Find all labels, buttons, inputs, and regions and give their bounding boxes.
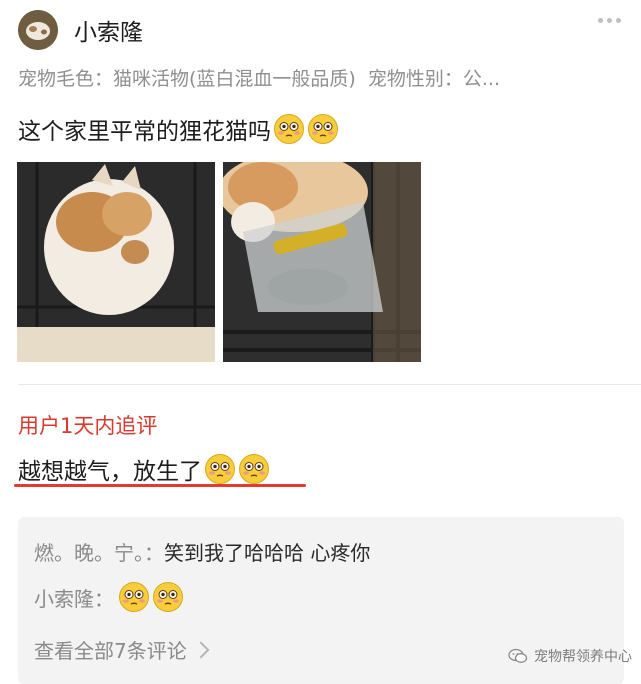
- comment-body: 笑到我了哈哈哈 心疼你: [164, 541, 371, 565]
- gender-value: 公...: [462, 68, 500, 90]
- comment-author[interactable]: 燃。晚。宁。：: [34, 537, 164, 566]
- post-text: 这个家里平常的狸花猫吗: [18, 112, 339, 146]
- watermark: 宠物帮领养中心: [508, 646, 632, 666]
- comment-item[interactable]: 燃。晚。宁。： 笑到我了哈哈哈 心疼你: [34, 537, 370, 566]
- flushed-face-emoji-icon: [308, 114, 338, 144]
- flushed-face-emoji-icon: [274, 114, 304, 144]
- wechat-icon: [508, 648, 528, 663]
- view-all-label[interactable]: 查看全部7条评论: [34, 635, 187, 664]
- pet-attributes: 宠物毛色：猫咪活物(蓝白混血一般品质) 宠物性别：公...: [18, 64, 608, 91]
- flushed-face-emoji-icon: [119, 582, 149, 612]
- section-divider: [18, 384, 641, 385]
- watermark-text: 宠物帮领养中心: [534, 649, 632, 665]
- comment-item[interactable]: 小索隆：: [34, 581, 184, 613]
- post-photo-1[interactable]: [17, 162, 215, 362]
- followup-text: 越想越气，放生了: [18, 452, 270, 486]
- view-all-comments-link[interactable]: 查看全部7条评论: [34, 635, 210, 664]
- highlight-underline: [14, 484, 306, 487]
- more-options-icon[interactable]: [598, 18, 621, 23]
- chevron-right-icon: [192, 641, 210, 658]
- coat-value: 猫咪活物(蓝白混血一般品质): [113, 68, 356, 90]
- avatar[interactable]: [18, 10, 58, 50]
- flushed-face-emoji-icon: [153, 582, 183, 612]
- gender-label: 宠物性别：: [367, 68, 463, 90]
- comment-author[interactable]: 小索隆：: [34, 583, 114, 612]
- followup-text-content: 越想越气，放生了: [18, 459, 202, 485]
- coat-label: 宠物毛色：: [18, 68, 114, 90]
- flushed-face-emoji-icon: [205, 454, 235, 484]
- username[interactable]: 小索隆: [74, 13, 143, 47]
- post-text-content: 这个家里平常的狸花猫吗: [18, 119, 271, 145]
- followup-label: 用户1天内追评: [18, 414, 158, 438]
- post-photo-2[interactable]: [223, 162, 421, 362]
- flushed-face-emoji-icon: [239, 454, 269, 484]
- post-header: 小索隆: [18, 10, 143, 50]
